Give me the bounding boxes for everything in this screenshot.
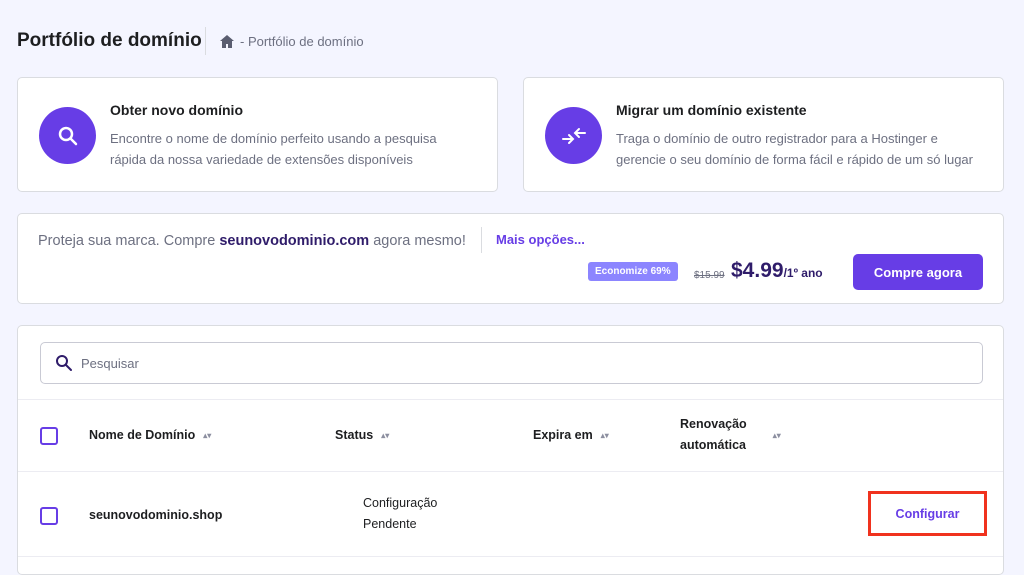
- new-domain-card[interactable]: Obter novo domínio Encontre o nome de do…: [17, 77, 498, 192]
- search-input[interactable]: Pesquisar: [40, 342, 983, 384]
- card-title: Migrar um domínio existente: [616, 102, 807, 118]
- home-icon[interactable]: [220, 35, 234, 48]
- column-auto-renew[interactable]: Renovação automática ▴▾: [680, 414, 781, 456]
- card-desc: rápida da nossa variedade de extensões d…: [110, 152, 413, 167]
- old-price: $15.99: [694, 270, 725, 281]
- breadcrumb-current: - Portfólio de domínio: [240, 34, 364, 49]
- buy-now-button[interactable]: Compre agora: [853, 254, 983, 290]
- card-desc: Encontre o nome de domínio perfeito usan…: [110, 131, 437, 146]
- row-checkbox[interactable]: [40, 507, 58, 525]
- sort-icon: ▴▾: [600, 430, 609, 440]
- status-line: Configuração: [363, 496, 438, 510]
- breadcrumb: - Portfólio de domínio: [220, 34, 364, 49]
- price: $4.99/1º ano: [731, 259, 823, 282]
- divider: [18, 556, 1003, 557]
- promo-banner: Proteja sua marca. Compre seunovodominio…: [17, 213, 1004, 304]
- card-title: Obter novo domínio: [110, 102, 243, 118]
- divider: [18, 471, 1003, 472]
- promo-domain: seunovodominio.com: [219, 233, 370, 249]
- select-all-checkbox[interactable]: [40, 427, 58, 445]
- search-placeholder: Pesquisar: [81, 355, 139, 371]
- sort-icon: ▴▾: [381, 430, 390, 440]
- more-options-link[interactable]: Mais opções...: [481, 227, 585, 253]
- column-status[interactable]: Status ▴▾: [335, 428, 389, 442]
- domain-list: Pesquisar Nome de Domínio ▴▾ Status ▴▾ Exp…: [17, 325, 1004, 575]
- column-expires[interactable]: Expira em ▴▾: [533, 428, 609, 442]
- search-icon: [56, 355, 72, 371]
- card-desc: gerencie o seu domínio de forma fácil e …: [616, 152, 973, 167]
- page-title: Portfólio de domínio: [17, 30, 202, 51]
- column-domain-name[interactable]: Nome de Domínio ▴▾: [89, 428, 211, 442]
- discount-badge: Economize 69%: [588, 262, 678, 281]
- migrate-domain-card[interactable]: Migrar um domínio existente Traga o domí…: [523, 77, 1004, 192]
- domain-name: seunovodominio.shop: [89, 508, 223, 522]
- transfer-arrows-icon: [545, 107, 602, 164]
- sort-icon: ▴▾: [772, 430, 781, 440]
- status-line: Pendente: [363, 517, 417, 531]
- configure-button[interactable]: Configurar: [868, 491, 987, 536]
- divider: [205, 27, 206, 55]
- card-desc: Traga o domínio de outro registrador par…: [616, 131, 938, 146]
- sort-icon: ▴▾: [203, 430, 212, 440]
- promo-text: Proteja sua marca. Compre seunovodominio…: [38, 233, 466, 249]
- search-icon: [39, 107, 96, 164]
- divider: [18, 399, 1003, 400]
